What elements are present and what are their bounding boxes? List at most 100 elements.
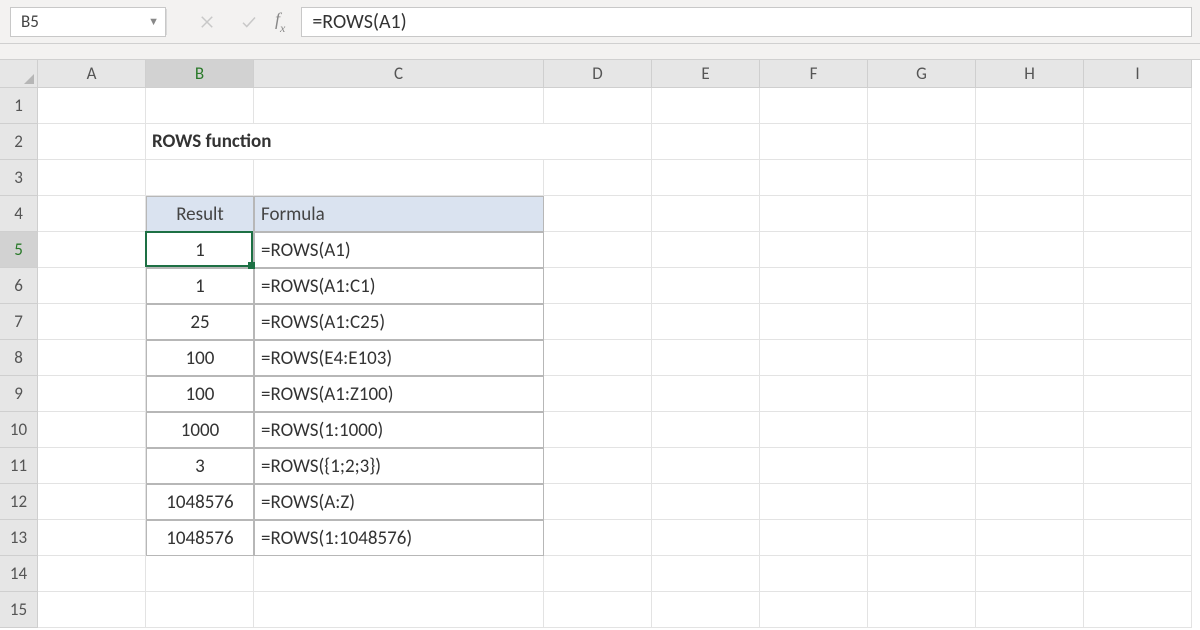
cell-F15[interactable] [760,592,868,628]
cell-A13[interactable] [38,520,146,556]
cell-H10[interactable] [976,412,1084,448]
row-header-6[interactable]: 6 [0,268,38,304]
cell-B3[interactable] [146,160,254,196]
cell-G6[interactable] [868,268,976,304]
cell-G3[interactable] [868,160,976,196]
fx-icon[interactable]: fx [275,9,285,34]
cell-C12[interactable]: =ROWS(A:Z) [254,484,544,520]
cell-F6[interactable] [760,268,868,304]
cell-A11[interactable] [38,448,146,484]
cell-B9[interactable]: 100 [146,376,254,412]
cell-G7[interactable] [868,304,976,340]
column-header-A[interactable]: A [38,60,146,88]
cell-A3[interactable] [38,160,146,196]
cell-D11[interactable] [544,448,652,484]
cell-H1[interactable] [976,88,1084,124]
cell-C11[interactable]: =ROWS({1;2;3}) [254,448,544,484]
cancel-icon[interactable] [197,12,217,32]
cell-A15[interactable] [38,592,146,628]
cell-I12[interactable] [1084,484,1192,520]
column-header-B[interactable]: B [146,60,254,88]
cell-H5[interactable] [976,232,1084,268]
cell-E13[interactable] [652,520,760,556]
cell-G8[interactable] [868,340,976,376]
cell-D15[interactable] [544,592,652,628]
cell-B14[interactable] [146,556,254,592]
cell-H2[interactable] [976,124,1084,160]
cell-C3[interactable] [254,160,544,196]
cell-A1[interactable] [38,88,146,124]
cell-B12[interactable]: 1048576 [146,484,254,520]
cell-I6[interactable] [1084,268,1192,304]
cell-B8[interactable]: 100 [146,340,254,376]
cell-H11[interactable] [976,448,1084,484]
cell-C7[interactable]: =ROWS(A1:C25) [254,304,544,340]
cell-G5[interactable] [868,232,976,268]
cell-H4[interactable] [976,196,1084,232]
cell-C14[interactable] [254,556,544,592]
cell-B11[interactable]: 3 [146,448,254,484]
cell-A2[interactable] [38,124,146,160]
row-header-1[interactable]: 1 [0,88,38,124]
cell-A14[interactable] [38,556,146,592]
cell-I11[interactable] [1084,448,1192,484]
cell-F13[interactable] [760,520,868,556]
cell-B10[interactable]: 1000 [146,412,254,448]
cell-I8[interactable] [1084,340,1192,376]
cell-E5[interactable] [652,232,760,268]
cell-F1[interactable] [760,88,868,124]
cell-G11[interactable] [868,448,976,484]
cell-E14[interactable] [652,556,760,592]
row-header-5[interactable]: 5 [0,232,38,268]
row-header-4[interactable]: 4 [0,196,38,232]
cell-I2[interactable] [1084,124,1192,160]
cell-F4[interactable] [760,196,868,232]
cell-D9[interactable] [544,376,652,412]
cell-C8[interactable]: =ROWS(E4:E103) [254,340,544,376]
cell-F3[interactable] [760,160,868,196]
column-header-C[interactable]: C [254,60,544,88]
cell-F5[interactable] [760,232,868,268]
cell-H14[interactable] [976,556,1084,592]
cell-I1[interactable] [1084,88,1192,124]
cell-I10[interactable] [1084,412,1192,448]
column-header-G[interactable]: G [868,60,976,88]
cell-F9[interactable] [760,376,868,412]
column-header-F[interactable]: F [760,60,868,88]
name-box[interactable]: B5 ▼ [10,7,166,37]
cell-D4[interactable] [544,196,652,232]
cell-E6[interactable] [652,268,760,304]
row-header-15[interactable]: 15 [0,592,38,628]
cell-H3[interactable] [976,160,1084,196]
cell-B6[interactable]: 1 [146,268,254,304]
cell-A5[interactable] [38,232,146,268]
cell-G12[interactable] [868,484,976,520]
cell-E4[interactable] [652,196,760,232]
row-header-3[interactable]: 3 [0,160,38,196]
cell-D6[interactable] [544,268,652,304]
cell-D13[interactable] [544,520,652,556]
cell-A8[interactable] [38,340,146,376]
select-all-corner[interactable] [0,60,38,88]
cell-H8[interactable] [976,340,1084,376]
cell-G10[interactable] [868,412,976,448]
cell-G2[interactable] [868,124,976,160]
enter-icon[interactable] [239,12,259,32]
cell-B1[interactable] [146,88,254,124]
cell-F2[interactable] [760,124,868,160]
cell-G1[interactable] [868,88,976,124]
cell-B15[interactable] [146,592,254,628]
row-header-11[interactable]: 11 [0,448,38,484]
cell-D2[interactable] [544,124,652,160]
cell-I5[interactable] [1084,232,1192,268]
column-header-E[interactable]: E [652,60,760,88]
cell-E8[interactable] [652,340,760,376]
row-header-7[interactable]: 7 [0,304,38,340]
cell-G13[interactable] [868,520,976,556]
cell-E11[interactable] [652,448,760,484]
cell-E2[interactable] [652,124,760,160]
cell-F11[interactable] [760,448,868,484]
cell-D10[interactable] [544,412,652,448]
row-header-13[interactable]: 13 [0,520,38,556]
cell-D7[interactable] [544,304,652,340]
